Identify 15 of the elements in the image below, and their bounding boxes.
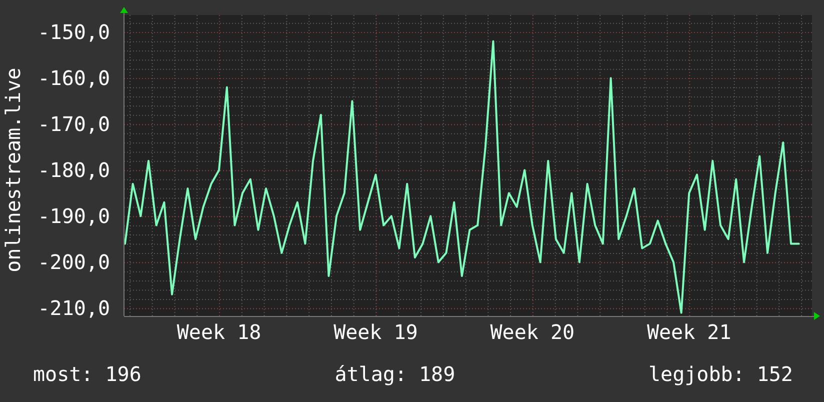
x-tick-label: Week 18 (176, 320, 262, 344)
y-tick-label: -210,0 (38, 296, 110, 320)
summary-text: legjobb: 152 (648, 362, 793, 386)
x-tick-label: Week 21 (646, 320, 732, 344)
summary-text: átlag: 189 (334, 362, 456, 386)
y-tick-label: -170,0 (38, 112, 110, 136)
y-tick-label: -180,0 (38, 158, 110, 182)
summary-text: most: 196 (33, 362, 142, 386)
y-tick-label: -150,0 (38, 20, 110, 44)
y-tick-label: -160,0 (38, 66, 110, 90)
x-tick-label: Week 19 (334, 320, 418, 344)
y-tick-label: -200,0 (38, 250, 110, 274)
y-axis-label: onlinestream.live (1, 68, 25, 272)
x-tick-label: Week 20 (490, 320, 575, 344)
y-tick-label: -190,0 (38, 204, 110, 228)
